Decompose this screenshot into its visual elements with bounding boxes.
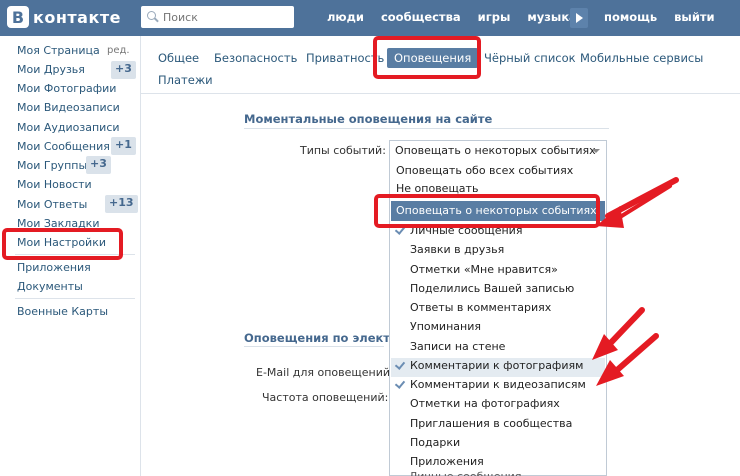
vk-logo[interactable]: В контакте [7, 6, 121, 28]
event-types-label: Типы событий: [300, 144, 386, 157]
nav-help[interactable]: помощь [604, 10, 657, 24]
notify-option[interactable]: Комментарии к фотографиям [410, 359, 583, 372]
edit-link[interactable]: ред. [107, 45, 130, 56]
notify-option[interactable]: Поделились Вашей записью [410, 282, 574, 295]
sidebar-item-audio[interactable]: Мои Аудиозаписи [17, 121, 120, 134]
tab-general[interactable]: Общее [158, 51, 199, 65]
sidebar-item-answers[interactable]: Мои Ответы [17, 198, 87, 211]
groups-badge[interactable]: +3 [86, 156, 111, 174]
tab-payments[interactable]: Платежи [158, 73, 213, 87]
top-nav-right: помощь выйти [604, 10, 732, 24]
settings-panel: Общее Безопасность Приватность Оповещени… [140, 36, 740, 476]
vk-logo-icon: В [7, 6, 29, 28]
notify-option[interactable]: Заявки в друзья [410, 243, 504, 256]
answers-badge[interactable]: +13 [105, 195, 138, 213]
notify-option[interactable]: Приглашения в сообщества [410, 417, 572, 430]
notify-option[interactable]: Отметки на фотографиях [410, 397, 560, 410]
top-bar: В контакте люди сообщества игры музыка п… [0, 0, 740, 36]
section-title-email: Оповещения по электро [244, 331, 407, 345]
search-icon [147, 11, 159, 23]
notify-option[interactable]: Подарки [410, 436, 460, 449]
sidebar-item-messages[interactable]: Мои Сообщения [17, 140, 110, 153]
chevron-down-icon [592, 149, 600, 153]
nav-people[interactable]: люди [327, 10, 364, 24]
sidebar-separator [15, 298, 135, 299]
section-title-site: Моментальные оповещения на сайте [244, 112, 493, 126]
highlight-tab-annotation [373, 36, 481, 79]
annotation-arrow [596, 177, 679, 228]
tab-blacklist[interactable]: Чёрный список [484, 51, 576, 65]
notify-option[interactable]: Приложения [410, 455, 484, 468]
checkmark-icon [396, 360, 404, 368]
event-types-select[interactable]: Оповещать о некоторых событиях [389, 140, 607, 161]
email-label: E-Mail для оповещений: [256, 366, 394, 379]
nav-games[interactable]: игры [478, 10, 511, 24]
sidebar-item-my-page[interactable]: Моя Страница [17, 44, 100, 57]
notify-option[interactable]: Комментарии к видеозаписям [410, 378, 586, 391]
highlight-option-annotation [374, 194, 600, 228]
sidebar-item-groups[interactable]: Мои Группы [17, 159, 87, 172]
search-input[interactable] [163, 10, 283, 24]
notify-option[interactable]: Упоминания [410, 320, 481, 333]
frequency-label: Частота оповещений: [262, 391, 389, 404]
vk-logo-text: контакте [33, 7, 121, 27]
section-divider [244, 346, 384, 347]
notify-option[interactable]: Записи на стене [410, 340, 505, 353]
notify-option[interactable]: Ответы в комментариях [410, 301, 551, 314]
notify-option[interactable]: Отметки «Мне нравится» [410, 263, 558, 276]
sidebar-item-apps[interactable]: Приложения [17, 261, 91, 274]
nav-logout[interactable]: выйти [674, 10, 714, 24]
dropdown-option[interactable]: Оповещать обо всех событиях [396, 164, 573, 177]
checkmark-icon [396, 379, 404, 387]
tab-security[interactable]: Безопасность [214, 51, 297, 65]
sidebar-item-videos[interactable]: Мои Видеозаписи [17, 101, 120, 114]
sidebar-item-friends[interactable]: Мои Друзья [17, 63, 85, 76]
search-box[interactable] [141, 6, 294, 28]
friends-badge[interactable]: +3 [111, 61, 136, 79]
clipped-option: Личные сообщения [409, 470, 521, 476]
nav-communities[interactable]: сообщества [381, 10, 461, 24]
section-divider [244, 128, 609, 129]
sidebar-item-photos[interactable]: Мои Фотографии [17, 82, 116, 95]
top-nav: люди сообщества игры музыка [327, 10, 594, 24]
highlight-settings-annotation [2, 228, 123, 260]
sidebar-item-documents[interactable]: Документы [17, 280, 83, 293]
select-value: Оповещать о некоторых событиях [395, 144, 596, 157]
messages-badge[interactable]: +1 [111, 137, 136, 155]
sidebar-item-news[interactable]: Мои Новости [17, 178, 92, 191]
annotation-arrow [596, 333, 659, 386]
play-icon[interactable] [570, 8, 588, 28]
tab-mobile[interactable]: Мобильные сервисы [580, 51, 703, 65]
sidebar-item-game[interactable]: Военные Карты [17, 305, 108, 318]
